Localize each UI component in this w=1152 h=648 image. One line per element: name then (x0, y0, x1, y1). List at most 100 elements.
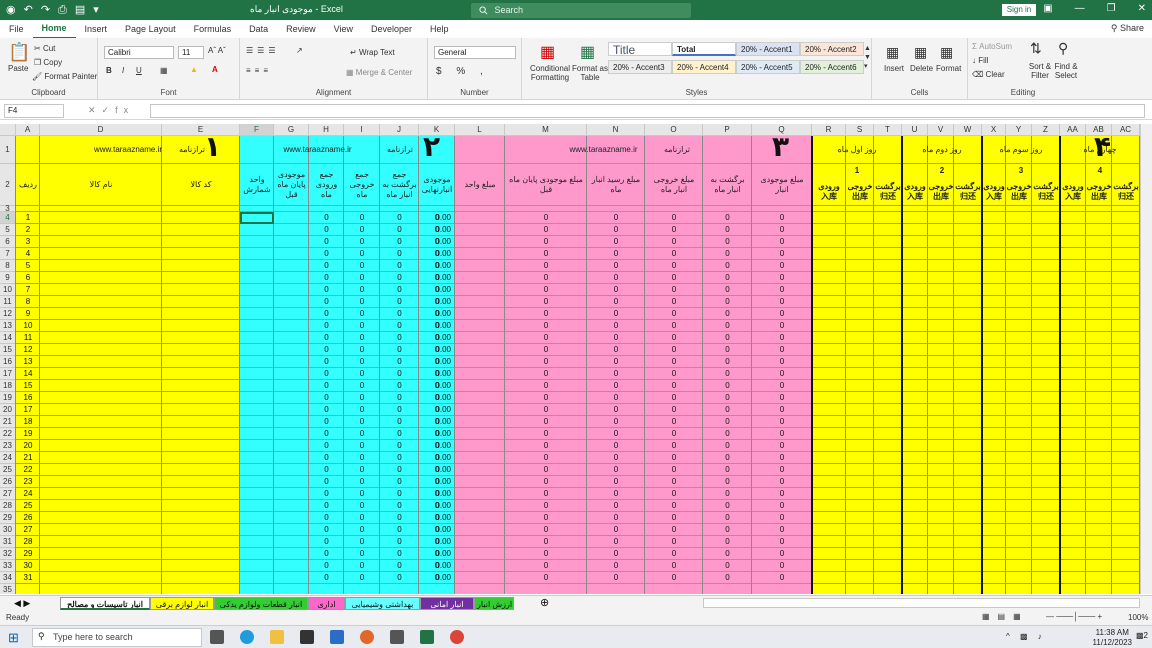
qty-cell[interactable]: 0 (309, 380, 344, 392)
row-header[interactable]: 8 (0, 260, 16, 272)
qty-cell[interactable]: 0 (309, 368, 344, 380)
print-icon[interactable]: ⎙ (58, 3, 67, 17)
qty-cell[interactable]: 0 (344, 356, 380, 368)
delete-button[interactable]: Delete (910, 64, 933, 73)
row-header[interactable]: 15 (0, 344, 16, 356)
qty-cell[interactable]: 0 (309, 452, 344, 464)
row-header[interactable]: 20 (0, 404, 16, 416)
style-accent1[interactable]: 20% - Accent1 (736, 42, 800, 56)
qty-cell[interactable]: 0 (380, 260, 419, 272)
amount-cell[interactable]: 0 (505, 452, 587, 464)
style-total[interactable]: Total (672, 42, 736, 56)
styles-scroll-icon[interactable]: ▲ ▼ ▾ (864, 44, 871, 71)
qty-cell[interactable]: 0 (309, 260, 344, 272)
amount-cell[interactable]: 0 (505, 572, 587, 584)
conditional-format-button[interactable]: Conditional Formatting (528, 64, 572, 82)
amount-cell[interactable]: 0 (752, 212, 812, 224)
fill-color-icon[interactable]: ▲ (190, 65, 198, 74)
final-qty-cell[interactable]: 0.00 (419, 476, 451, 488)
column-header-t[interactable]: T (874, 124, 902, 136)
amount-cell[interactable]: 0 (505, 380, 587, 392)
qty-cell[interactable]: 0 (380, 440, 419, 452)
sheet-tab[interactable]: بهداشتی وشیمیایی (345, 597, 420, 610)
qty-cell[interactable]: 0 (344, 392, 380, 404)
qty-cell[interactable]: 0 (309, 572, 344, 584)
qty-cell[interactable]: 0 (309, 392, 344, 404)
qty-cell[interactable]: 0 (380, 548, 419, 560)
amount-cell[interactable]: 0 (505, 536, 587, 548)
column-header-v[interactable]: V (928, 124, 954, 136)
row-header[interactable]: 10 (0, 284, 16, 296)
column-header-m[interactable]: M (505, 124, 587, 136)
maximize-icon[interactable]: ❐ (1107, 3, 1116, 14)
amount-cell[interactable]: 0 (505, 320, 587, 332)
amount-cell[interactable]: 0 (752, 428, 812, 440)
final-qty-cell[interactable]: 0.00 (419, 248, 451, 260)
search-box[interactable]: Search (471, 3, 691, 18)
amount-cell[interactable]: 0 (587, 524, 645, 536)
qty-cell[interactable]: 0 (309, 404, 344, 416)
amount-cell[interactable]: 0 (752, 488, 812, 500)
amount-cell[interactable]: 0 (587, 332, 645, 344)
row-header[interactable]: 6 (0, 236, 16, 248)
amount-cell[interactable]: 0 (752, 464, 812, 476)
qty-cell[interactable]: 0 (380, 248, 419, 260)
qty-cell[interactable]: 0 (380, 320, 419, 332)
amount-cell[interactable]: 0 (587, 260, 645, 272)
amount-cell[interactable]: 0 (505, 524, 587, 536)
final-qty-cell[interactable]: 0.00 (419, 272, 451, 284)
mail-icon[interactable] (300, 630, 314, 644)
qty-cell[interactable]: 0 (380, 272, 419, 284)
amount-cell[interactable]: 0 (645, 488, 703, 500)
amount-cell[interactable]: 0 (752, 548, 812, 560)
amount-cell[interactable]: 0 (703, 548, 752, 560)
amount-cell[interactable]: 0 (505, 512, 587, 524)
qty-cell[interactable]: 0 (309, 284, 344, 296)
system-tray-icons[interactable]: ^ ▩ ♪ (1006, 632, 1046, 641)
amount-cell[interactable]: 0 (752, 356, 812, 368)
qty-cell[interactable]: 0 (344, 260, 380, 272)
app-icon[interactable] (330, 630, 344, 644)
qty-cell[interactable]: 0 (344, 344, 380, 356)
amount-cell[interactable]: 0 (587, 392, 645, 404)
sheet-tab[interactable]: اداری (308, 597, 345, 610)
row-index-cell[interactable]: 19 (16, 428, 40, 440)
tab-formulas[interactable]: Formulas (185, 20, 241, 38)
amount-cell[interactable]: 0 (645, 560, 703, 572)
final-qty-cell[interactable]: 0.00 (419, 536, 451, 548)
row-index-cell[interactable]: 3 (16, 236, 40, 248)
amount-cell[interactable]: 0 (752, 332, 812, 344)
qty-cell[interactable]: 0 (344, 284, 380, 296)
row-index-cell[interactable]: 7 (16, 284, 40, 296)
row-index-cell[interactable]: 12 (16, 344, 40, 356)
style-accent3[interactable]: 20% - Accent3 (608, 60, 672, 74)
fill-button[interactable]: ↓ Fill (972, 56, 988, 65)
merge-button[interactable]: ▦ Merge & Center (346, 68, 412, 77)
amount-cell[interactable]: 0 (752, 224, 812, 236)
row-index-cell[interactable]: 1 (16, 212, 40, 224)
final-qty-cell[interactable]: 0.00 (419, 308, 451, 320)
formula-buttons[interactable]: ✕✓fx (88, 105, 134, 116)
qty-cell[interactable]: 0 (380, 476, 419, 488)
style-accent2[interactable]: 20% - Accent2 (800, 42, 864, 56)
row-header[interactable]: 16 (0, 356, 16, 368)
amount-cell[interactable]: 0 (505, 428, 587, 440)
column-header-p[interactable]: P (703, 124, 752, 136)
row-index-cell[interactable]: 26 (16, 512, 40, 524)
final-qty-cell[interactable]: 0.00 (419, 212, 451, 224)
amount-cell[interactable]: 0 (752, 236, 812, 248)
amount-cell[interactable]: 0 (645, 320, 703, 332)
amount-cell[interactable]: 0 (752, 344, 812, 356)
row-index-cell[interactable]: 16 (16, 392, 40, 404)
final-qty-cell[interactable]: 0.00 (419, 416, 451, 428)
close-icon[interactable]: ✕ (1138, 3, 1146, 14)
column-header-z[interactable]: Z (1032, 124, 1060, 136)
amount-cell[interactable]: 0 (645, 308, 703, 320)
amount-cell[interactable]: 0 (505, 488, 587, 500)
qty-cell[interactable]: 0 (309, 512, 344, 524)
row-index-cell[interactable]: 30 (16, 560, 40, 572)
qty-cell[interactable]: 0 (344, 308, 380, 320)
qty-cell[interactable]: 0 (380, 236, 419, 248)
amount-cell[interactable]: 0 (505, 368, 587, 380)
qty-cell[interactable]: 0 (380, 308, 419, 320)
